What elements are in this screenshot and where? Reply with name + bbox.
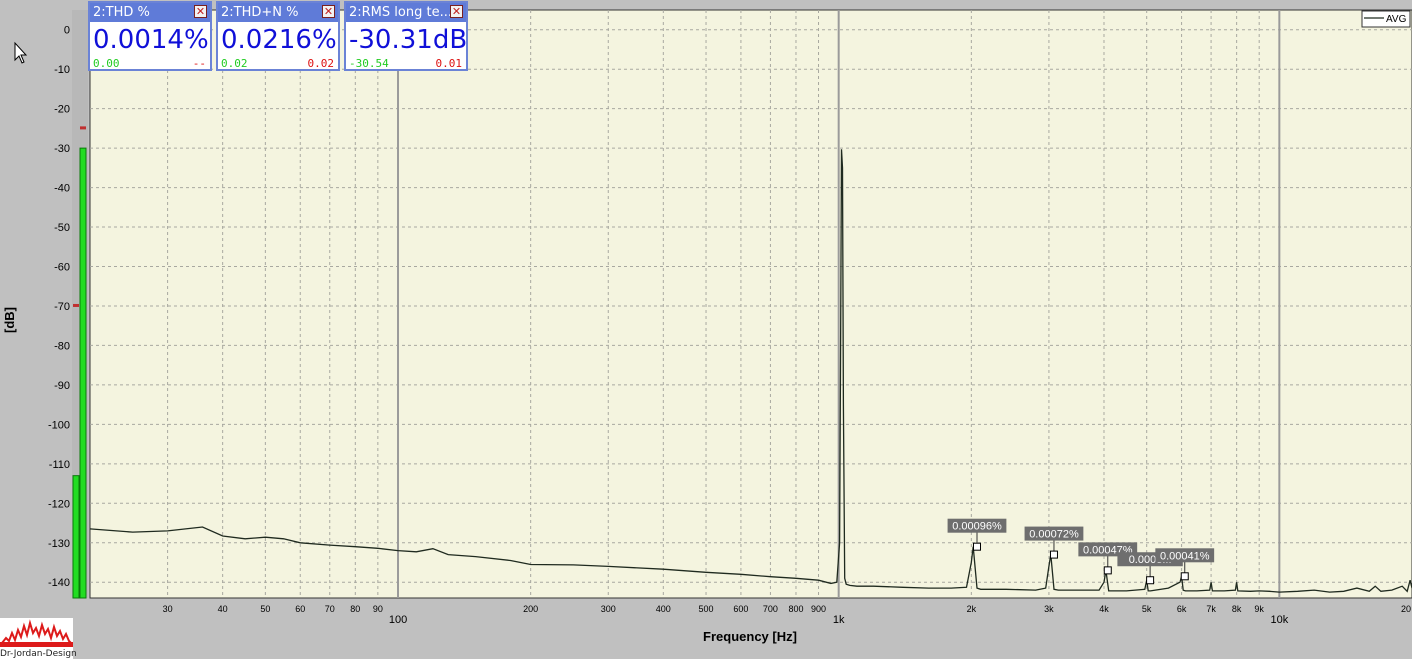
thd-meter-header[interactable]: 2:THD % ✕ [90,3,210,22]
harmonic-marker [972,542,981,551]
harmonic-marker [1103,566,1112,575]
annotation-label: 0.00096% [952,521,1002,533]
x-minor-tick-label: 300 [601,604,616,614]
y-tick-label: -40 [54,183,70,195]
thdn-meter-title: 2:THD+N % [221,5,299,20]
y-tick-label: -10 [54,64,70,76]
x-minor-tick-label: 30 [163,604,173,614]
legend: AVG [1361,10,1411,28]
x-minor-tick-label: 20 [1401,604,1411,614]
thdn-meter[interactable]: 2:THD+N % ✕ 0.0216% 0.02 0.02 [216,1,340,71]
x-minor-tick-label: 500 [699,604,714,614]
harmonic-marker [1049,550,1058,559]
x-minor-tick-label: 200 [523,604,538,614]
thdn-meter-min: 0.02 [221,57,248,70]
x-minor-tick-label: 6k [1177,604,1187,614]
peak-hold-marker [80,126,86,130]
x-minor-tick-label: 5k [1142,604,1152,614]
annotation-label: 0.00041% [1160,550,1210,562]
y-tick-label: 0 [64,25,70,37]
plot-area [89,9,1412,599]
level-bar-right [79,147,87,599]
y-tick-label: -60 [54,262,70,274]
x-minor-tick-label: 60 [295,604,305,614]
close-icon[interactable]: ✕ [450,5,463,18]
y-tick-label: -80 [54,340,70,352]
close-icon[interactable]: ✕ [322,5,335,18]
harmonic-marker [1146,576,1155,585]
y-axis-label: [dB] [2,307,17,333]
rms-meter-header[interactable]: 2:RMS long te... ✕ [346,3,466,22]
annotation-label: 0.00072% [1029,529,1079,541]
x-minor-tick-label: 2k [967,604,977,614]
close-icon[interactable]: ✕ [194,5,207,18]
x-minor-tick-label: 50 [260,604,270,614]
x-major-tick-label: 10k [1270,614,1288,626]
legend-label: AVG [1386,14,1407,25]
rms-meter-title: 2:RMS long te... [349,5,452,20]
x-minor-tick-label: 700 [763,604,778,614]
harmonic-marker [1180,572,1189,581]
x-minor-tick-label: 8k [1232,604,1242,614]
y-tick-label: -50 [54,222,70,234]
x-minor-tick-label: 4k [1099,604,1109,614]
y-tick-label: -70 [54,301,70,313]
x-major-tick-label: 1k [833,614,845,626]
rms-meter-max: 0.01 [435,57,463,70]
x-minor-tick-label: 70 [325,604,335,614]
y-tick-label: -100 [48,419,70,431]
y-tick-label: -130 [48,538,70,550]
thd-meter-title: 2:THD % [93,5,150,20]
thdn-meter-value: 0.0216% [221,25,337,55]
thdn-meter-header[interactable]: 2:THD+N % ✕ [218,3,338,22]
x-minor-tick-label: 90 [373,604,383,614]
thdn-meter-max: 0.02 [307,57,335,70]
y-tick-label: -30 [54,143,70,155]
rms-meter[interactable]: 2:RMS long te... ✕ -30.31dB -30.54 0.01 [344,1,468,71]
peak-hold-marker [73,303,79,307]
rms-meter-value: -30.31dB [349,25,468,55]
y-tick-label: -120 [48,498,70,510]
x-minor-tick-label: 900 [811,604,826,614]
x-minor-tick-label: 7k [1206,604,1216,614]
thd-meter-min: 0.00 [93,57,120,70]
level-meter [72,10,88,599]
thd-meter-value: 0.0014% [93,25,209,55]
y-tick-label: -90 [54,380,70,392]
mouse-pointer-icon [14,41,28,64]
x-minor-tick-label: 40 [218,604,228,614]
thd-meter[interactable]: 2:THD % ✕ 0.0014% 0.00 -- [88,1,212,71]
x-minor-tick-label: 80 [350,604,360,614]
x-minor-tick-label: 3k [1044,604,1054,614]
x-minor-tick-label: 800 [788,604,803,614]
y-tick-label: -110 [49,459,70,471]
brand-logo: Dr-Jordan-Design [0,618,77,659]
waveform-logo-icon [0,619,73,647]
rms-meter-min: -30.54 [349,57,389,70]
thd-meter-max: -- [192,57,206,70]
x-major-tick-label: 100 [389,614,407,626]
level-bar-left [72,475,80,599]
spectrum-chart: 0 -10 -20 -30 -40 -50 -60 -70 -80 -90 -100 -110 -120… [2,9,1412,644]
x-minor-tick-label: 9k [1254,604,1264,614]
x-axis-label: Frequency [Hz] [703,629,797,644]
y-tick-label: -140 [48,577,70,589]
logo-text: Dr-Jordan-Design [0,649,77,659]
x-minor-tick-label: 400 [656,604,671,614]
y-tick-label: -20 [54,104,70,116]
x-minor-tick-label: 600 [733,604,748,614]
